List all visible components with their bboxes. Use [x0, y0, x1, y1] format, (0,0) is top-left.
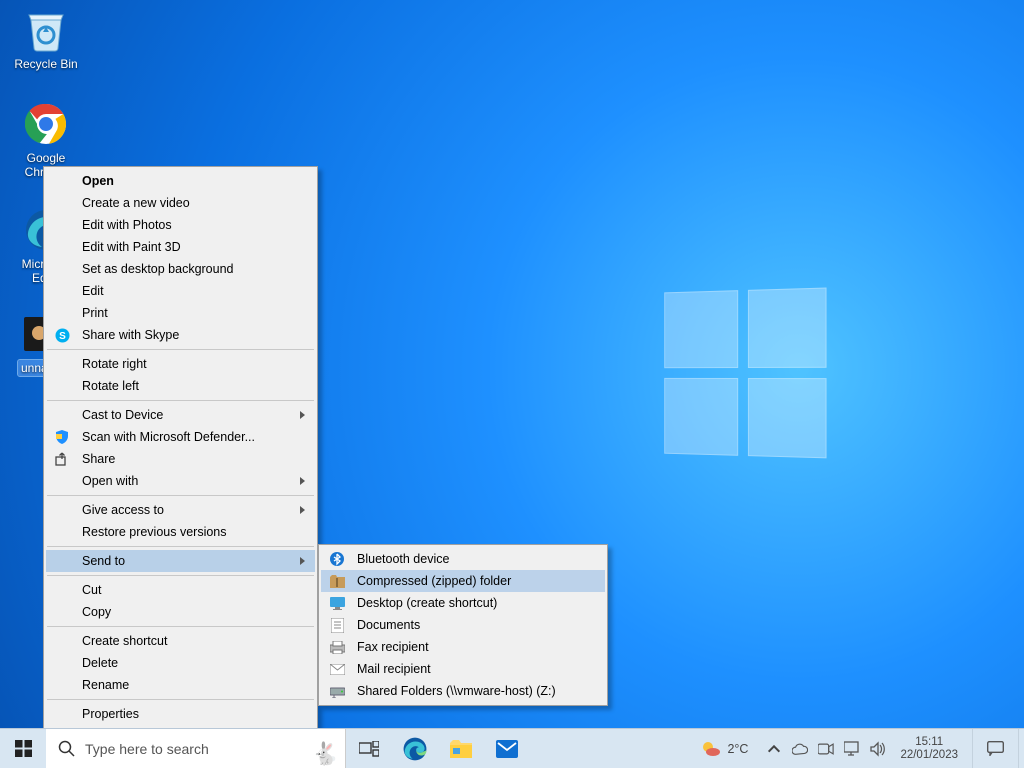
tray-overflow-button[interactable] [766, 741, 782, 757]
taskbar-time: 15:11 [900, 736, 958, 749]
skype-icon: S [54, 327, 70, 343]
sendto-desktop-shortcut[interactable]: Desktop (create shortcut) [321, 592, 605, 614]
ctx-restore-versions[interactable]: Restore previous versions [46, 521, 315, 543]
chevron-right-icon [300, 506, 305, 514]
desktop-icon-label: Recycle Bin [11, 56, 80, 72]
tray-meetnow-icon[interactable] [818, 741, 834, 757]
search-box[interactable]: Type here to search 🐇 [46, 729, 346, 768]
show-desktop-button[interactable] [1018, 729, 1024, 768]
taskbar-clock[interactable]: 15:11 22/01/2023 [896, 736, 962, 762]
tray-volume-icon[interactable] [870, 741, 886, 757]
fax-icon [329, 639, 345, 655]
taskbar-app-explorer[interactable] [438, 729, 484, 768]
separator [47, 626, 314, 627]
ctx-edit-paint3d[interactable]: Edit with Paint 3D [46, 236, 315, 258]
ctx-create-shortcut[interactable]: Create shortcut [46, 630, 315, 652]
sendto-submenu: Bluetooth device Compressed (zipped) fol… [318, 544, 608, 706]
ctx-open-with[interactable]: Open with [46, 470, 315, 492]
chevron-right-icon [300, 557, 305, 565]
separator [47, 349, 314, 350]
search-icon [58, 740, 75, 757]
system-tray: 15:11 22/01/2023 [756, 736, 972, 762]
ctx-give-access[interactable]: Give access to [46, 499, 315, 521]
zip-folder-icon [329, 573, 345, 589]
ctx-rotate-left[interactable]: Rotate left [46, 375, 315, 397]
separator [47, 546, 314, 547]
search-placeholder: Type here to search [85, 741, 209, 757]
desktop-icon [329, 595, 345, 611]
network-drive-icon [329, 683, 345, 699]
tray-onedrive-icon[interactable] [792, 741, 808, 757]
task-view-icon [359, 741, 379, 757]
recycle-bin-icon [24, 8, 68, 52]
ctx-edit[interactable]: Edit [46, 280, 315, 302]
sendto-fax[interactable]: Fax recipient [321, 636, 605, 658]
ctx-edit-photos[interactable]: Edit with Photos [46, 214, 315, 236]
search-decoration-icon: 🐇 [312, 741, 339, 767]
separator [47, 495, 314, 496]
mail-icon [329, 661, 345, 677]
defender-icon [54, 429, 70, 445]
ctx-properties[interactable]: Properties [46, 703, 315, 725]
chevron-right-icon [300, 411, 305, 419]
ctx-copy[interactable]: Copy [46, 601, 315, 623]
desktop[interactable]: Recycle Bin Google Chrome Microsoft Edge… [0, 0, 1024, 768]
tray-network-icon[interactable] [844, 741, 860, 757]
sendto-compressed-folder[interactable]: Compressed (zipped) folder [321, 570, 605, 592]
share-icon [54, 451, 70, 467]
context-menu: Open Create a new video Edit with Photos… [43, 166, 318, 729]
ctx-print[interactable]: Print [46, 302, 315, 324]
chrome-icon [24, 102, 68, 146]
ctx-open[interactable]: Open [46, 170, 315, 192]
ctx-set-background[interactable]: Set as desktop background [46, 258, 315, 280]
taskbar-app-edge[interactable] [392, 729, 438, 768]
ctx-send-to[interactable]: Send to [46, 550, 315, 572]
edge-icon [403, 737, 427, 761]
separator [47, 575, 314, 576]
windows-start-icon [15, 740, 32, 757]
desktop-icon-recycle-bin[interactable]: Recycle Bin [8, 8, 84, 72]
ctx-delete[interactable]: Delete [46, 652, 315, 674]
weather-temp: 2°C [727, 742, 748, 756]
sendto-documents[interactable]: Documents [321, 614, 605, 636]
weather-icon [701, 739, 721, 759]
ctx-rename[interactable]: Rename [46, 674, 315, 696]
sendto-bluetooth[interactable]: Bluetooth device [321, 548, 605, 570]
bluetooth-icon [329, 551, 345, 567]
ctx-cut[interactable]: Cut [46, 579, 315, 601]
task-view-button[interactable] [346, 729, 392, 768]
ctx-create-video[interactable]: Create a new video [46, 192, 315, 214]
file-explorer-icon [450, 740, 472, 758]
action-center-button[interactable] [972, 729, 1018, 768]
ctx-scan-defender[interactable]: Scan with Microsoft Defender... [46, 426, 315, 448]
ctx-cast-to-device[interactable]: Cast to Device [46, 404, 315, 426]
separator [47, 400, 314, 401]
windows-logo-wallpaper [664, 287, 830, 462]
ctx-rotate-right[interactable]: Rotate right [46, 353, 315, 375]
taskbar: Type here to search 🐇 2°C [0, 728, 1024, 768]
svg-text:S: S [59, 331, 66, 342]
start-button[interactable] [0, 729, 46, 768]
weather-widget[interactable]: 2°C [693, 739, 756, 759]
ctx-share[interactable]: Share [46, 448, 315, 470]
taskbar-app-mail[interactable] [484, 729, 530, 768]
ctx-share-skype[interactable]: S Share with Skype [46, 324, 315, 346]
chevron-right-icon [300, 477, 305, 485]
mail-app-icon [496, 740, 518, 758]
sendto-mail[interactable]: Mail recipient [321, 658, 605, 680]
sendto-shared-folders[interactable]: Shared Folders (\\vmware-host) (Z:) [321, 680, 605, 702]
taskbar-date: 22/01/2023 [900, 749, 958, 762]
notification-icon [987, 741, 1004, 756]
documents-icon [329, 617, 345, 633]
separator [47, 699, 314, 700]
